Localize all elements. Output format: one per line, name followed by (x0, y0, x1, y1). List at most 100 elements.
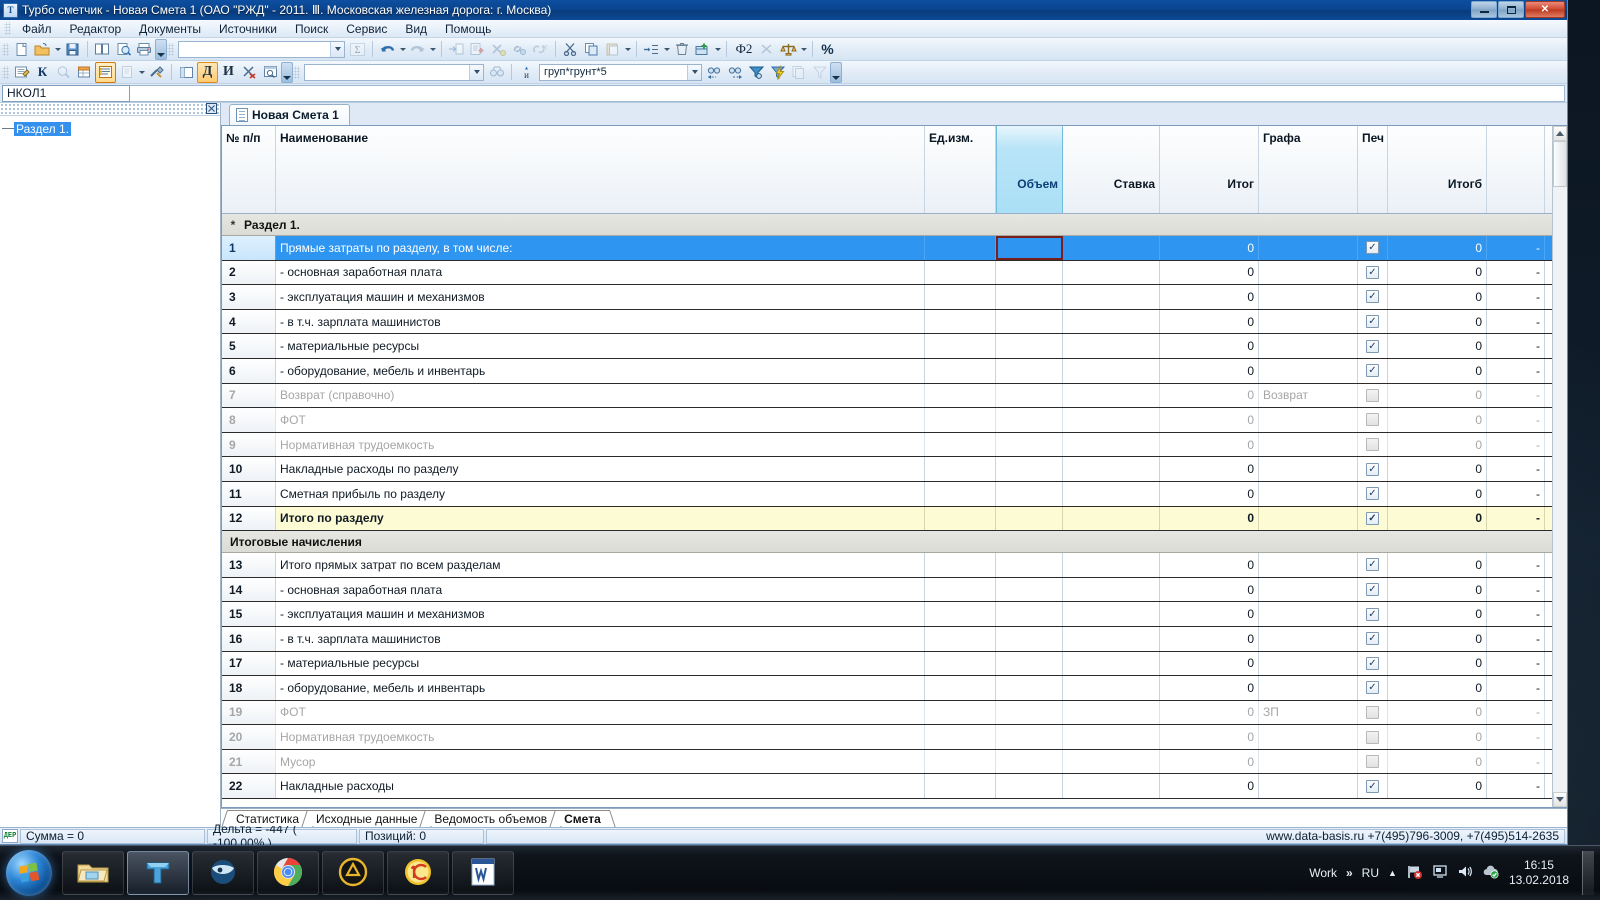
show-desktop-button[interactable] (1582, 851, 1594, 895)
grid-cell-last[interactable]: - (1487, 285, 1545, 309)
sheet-tab-1[interactable]: Исходные данные (307, 810, 427, 826)
grid-cell-rate[interactable] (1063, 676, 1160, 700)
tools-icon[interactable] (146, 62, 167, 83)
checkbox-unchecked-icon[interactable]: ✓ (1366, 730, 1379, 744)
table-row[interactable]: 21Мусор0✓0- (222, 749, 1552, 775)
grid-cell-unit[interactable] (925, 774, 996, 799)
grid-cell-totalb[interactable]: 0 (1388, 602, 1487, 626)
grid-cell-last[interactable]: - (1487, 774, 1545, 799)
grid-cell-total[interactable]: 0 (1160, 506, 1259, 531)
grid-cell-rate[interactable] (1063, 626, 1160, 651)
menu-item-documents[interactable]: Документы (130, 21, 210, 37)
table-row[interactable]: 6 - оборудование, мебель и инвентарь 0 ✓ 0- (222, 358, 1552, 384)
grid-cell-unit[interactable] (925, 626, 996, 651)
grid-cell-unit[interactable] (925, 457, 996, 481)
scales-icon[interactable] (778, 39, 799, 60)
grid-cell-total[interactable]: 0 (1160, 383, 1259, 408)
grid-cell-last[interactable]: - (1487, 358, 1545, 383)
grid-cell-total[interactable]: 0 (1160, 602, 1259, 626)
formula-combo[interactable]: груп*грунт*5 (539, 63, 702, 81)
grid-cell-rate[interactable] (1063, 700, 1160, 725)
grid-cell-name[interactable]: - в т.ч. зарплата машинистов (276, 626, 925, 651)
grid-cell-graph[interactable] (1259, 481, 1358, 506)
page-icon[interactable] (116, 62, 137, 83)
page-dropdown-caret-icon[interactable] (137, 62, 146, 83)
taskbar-item-turbo-smetchik[interactable] (127, 851, 189, 895)
grid-cell-last[interactable]: - (1487, 577, 1545, 602)
grid-cell-unit[interactable] (925, 285, 996, 309)
toolbar-3-overflow-button[interactable] (830, 61, 842, 83)
grid-cell-total[interactable]: 0 (1160, 309, 1259, 334)
grid-cell-print[interactable]: ✓ (1358, 626, 1388, 651)
grid-cell-rate[interactable] (1063, 577, 1160, 602)
grid-cell-print[interactable]: ✓ (1358, 506, 1388, 531)
flag-error-icon[interactable] (1406, 864, 1423, 883)
menu-item-service[interactable]: Сервис (337, 21, 396, 37)
toolbar-grip-2[interactable] (167, 42, 174, 56)
volume-icon[interactable] (1457, 864, 1473, 882)
grid-cell-graph[interactable] (1259, 358, 1358, 383)
grid-cell-rate[interactable] (1063, 506, 1160, 531)
grid-cell-idx[interactable]: 9 (222, 432, 276, 457)
delete-icon[interactable] (671, 39, 692, 60)
grid-cell-name[interactable]: Итого по разделу (276, 506, 925, 531)
grid-cell-volume[interactable] (996, 749, 1063, 774)
grid-cell-total[interactable]: 0 (1160, 260, 1259, 285)
grid-cell-graph[interactable] (1259, 236, 1358, 260)
table-row[interactable]: 9Нормативная трудоемкость0✓0- (222, 432, 1552, 458)
taskbar-item-explorer[interactable] (62, 851, 124, 895)
grid-cell-graph[interactable] (1259, 676, 1358, 700)
grid-cell-volume[interactable] (996, 309, 1063, 334)
grid-cell-graph[interactable] (1259, 651, 1358, 676)
grid-cell-print[interactable]: ✓ (1358, 725, 1388, 749)
grid-column-header-rate[interactable]: Ставка (1063, 126, 1160, 213)
filter-find-icon[interactable] (746, 62, 767, 83)
table-row[interactable]: 14 - основная заработная плата 0 ✓ 0- (222, 577, 1552, 603)
report-add-icon[interactable] (467, 39, 488, 60)
grid-cell-idx[interactable]: 5 (222, 334, 276, 358)
grid-cell-print[interactable]: ✓ (1358, 358, 1388, 383)
grid-cell-print[interactable]: ✓ (1358, 602, 1388, 626)
grid-cell-last[interactable]: - (1487, 553, 1545, 577)
f2-icon[interactable]: Ф2 (731, 39, 757, 60)
minimize-button[interactable] (1471, 1, 1497, 18)
document-tab-novaya-smeta-1[interactable]: Новая Смета 1 (229, 104, 350, 125)
grid-cell-total[interactable]: 0 (1160, 432, 1259, 457)
export-icon[interactable] (446, 39, 467, 60)
taskbar-item-chrome[interactable] (257, 851, 319, 895)
grid-cell-idx[interactable]: 1 (222, 236, 276, 260)
grid-cell-rate[interactable] (1063, 602, 1160, 626)
grid-cell-volume[interactable] (996, 432, 1063, 457)
grid-cell-volume[interactable] (996, 651, 1063, 676)
table-row[interactable]: 20Нормативная трудоемкость0✓0- (222, 725, 1552, 750)
grid-cell-totalb[interactable]: 0 (1388, 676, 1487, 700)
grid-cell-name[interactable]: - в т.ч. зарплата машинистов (276, 309, 925, 334)
grid-column-header-name[interactable]: Наименование (276, 126, 925, 213)
grid-cell-rate[interactable] (1063, 457, 1160, 481)
grid-cell-volume[interactable] (996, 383, 1063, 408)
grid-cell-idx[interactable]: 6 (222, 358, 276, 383)
checkbox-unchecked-icon[interactable]: ✓ (1366, 755, 1379, 769)
grid-cell-volume[interactable] (996, 236, 1063, 260)
grid-cell-graph[interactable] (1259, 506, 1358, 531)
grid-section-row[interactable]: Итоговые начисления (222, 531, 1552, 554)
clear-filter-icon[interactable] (809, 62, 830, 83)
grid-cell-totalb[interactable]: 0 (1388, 651, 1487, 676)
grid-cell-name[interactable]: Нормативная трудоемкость (276, 432, 925, 457)
grid-cell-totalb[interactable]: 0 (1388, 358, 1487, 383)
grid-cell-print[interactable]: ✓ (1358, 700, 1388, 725)
percent-icon[interactable]: % (817, 39, 838, 60)
grid-cell-totalb[interactable]: 0 (1388, 408, 1487, 432)
grid-cell-graph[interactable] (1259, 577, 1358, 602)
grid-cell-totalb[interactable]: 0 (1388, 309, 1487, 334)
table-row[interactable]: 12 Итого по разделу 0 ✓ 0- (222, 506, 1552, 532)
grid-cell-idx[interactable]: 2 (222, 260, 276, 285)
grid-cell-last[interactable]: - (1487, 457, 1545, 481)
indent-icon[interactable] (641, 39, 662, 60)
grid-cell-total[interactable]: 0 (1160, 358, 1259, 383)
table-row[interactable]: 22 Накладные расходы 0 ✓ 0- (222, 774, 1552, 800)
grid-cell-total[interactable]: 0 (1160, 577, 1259, 602)
table-row[interactable]: 16 - в т.ч. зарплата машинистов 0 ✓ 0- (222, 626, 1552, 652)
table-row[interactable]: 13 Итого прямых затрат по всем разделам 0 ✓… (222, 553, 1552, 578)
grid-cell-rate[interactable] (1063, 285, 1160, 309)
